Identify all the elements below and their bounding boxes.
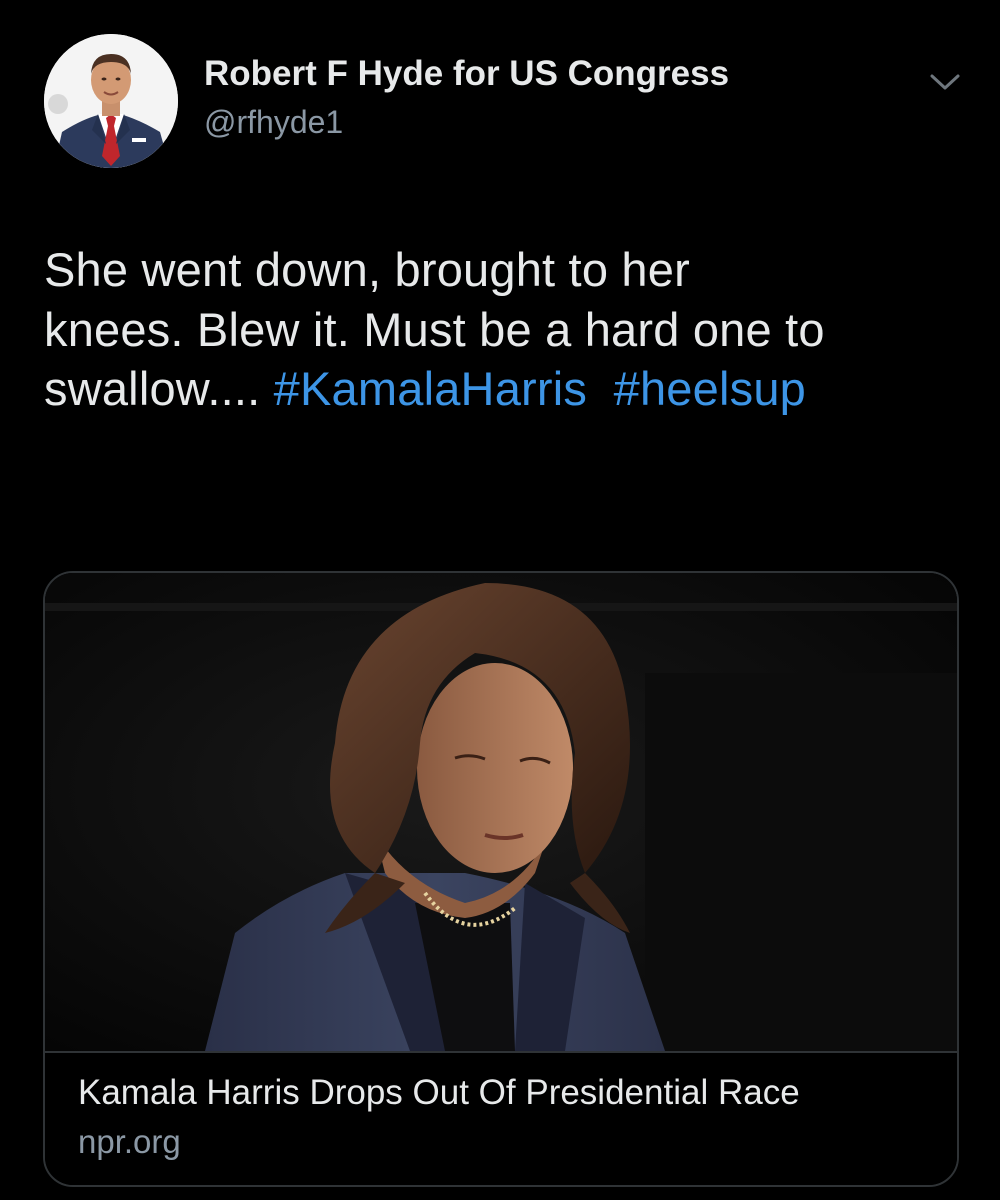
tweet-text-line: knees. Blew it. Must be a hard one to (44, 302, 825, 356)
tweet-text-line: She went down, brought to her (44, 243, 690, 296)
handle[interactable]: @rfhyde1 (204, 104, 343, 141)
chevron-down-icon[interactable] (928, 70, 962, 94)
tweet-text-line: swallow.... #KamalaHarris #heelsup (44, 359, 964, 419)
tweet: Robert F Hyde for US Congress @rfhyde1 S… (0, 0, 1000, 1200)
hashtag-link[interactable]: #heelsup (614, 362, 806, 415)
tweet-text: She went down, brought to her knees. Ble… (44, 240, 964, 419)
link-card-domain: npr.org (78, 1123, 181, 1160)
avatar[interactable] (44, 34, 178, 168)
avatar-photo (44, 34, 178, 168)
display-name[interactable]: Robert F Hyde for US Congress (204, 54, 729, 94)
hashtag-link[interactable]: #KamalaHarris (274, 362, 587, 415)
link-card[interactable]: Kamala Harris Drops Out Of Presidential … (43, 571, 959, 1187)
tweet-text-fragment: swallow.... (44, 362, 261, 416)
link-card-image (45, 573, 957, 1051)
link-card-title[interactable]: Kamala Harris Drops Out Of Presidential … (78, 1073, 800, 1113)
link-card-footer: Kamala Harris Drops Out Of Presidential … (45, 1051, 957, 1185)
